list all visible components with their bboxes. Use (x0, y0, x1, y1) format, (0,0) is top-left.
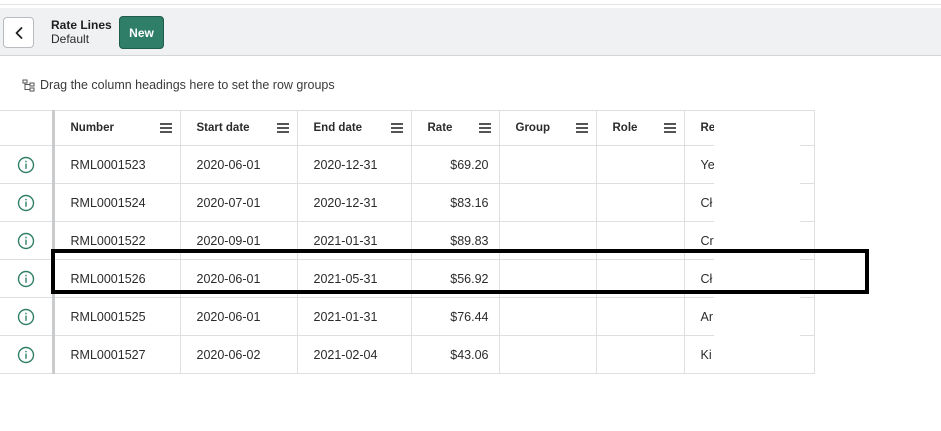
table-header-row: Number Start date End date Rate Group Ro… (0, 110, 815, 146)
cell-role (595, 297, 685, 336)
cell-group (498, 221, 597, 260)
resource-column-overlay (714, 121, 800, 373)
cell-start-date: 2020-07-01 (179, 183, 298, 222)
column-header-role[interactable]: Role (595, 110, 685, 146)
page-subtitle: Default (51, 32, 90, 46)
cell-rate: $83.16 (410, 183, 500, 222)
cell-end-date: 2021-02-04 (296, 335, 412, 374)
cell-role (595, 183, 685, 222)
cell-role (595, 221, 685, 260)
cell-end-date: 2021-01-31 (296, 297, 412, 336)
cell-group (498, 335, 597, 374)
cell-start-date: 2020-06-02 (179, 335, 298, 374)
cell-number[interactable]: RML0001527 (52, 335, 181, 374)
cell-end-date: 2021-01-31 (296, 221, 412, 260)
top-strip (0, 0, 941, 8)
title-block: Rate Lines Default (51, 18, 112, 46)
cell-rate: $76.44 (410, 297, 500, 336)
cell-group (498, 259, 597, 298)
info-cell[interactable] (0, 183, 55, 222)
info-circle-icon[interactable] (17, 156, 35, 174)
page-title: Rate Lines (51, 18, 112, 32)
table-row[interactable]: RML0001522 2020-09-01 2021-01-31 $89.83 Cr (0, 221, 815, 260)
table-row[interactable]: RML0001525 2020-06-01 2021-01-31 $76.44 Ar (0, 297, 815, 336)
hamburger-menu-icon[interactable] (159, 123, 172, 133)
cell-role (595, 259, 685, 298)
cell-start-date: 2020-06-01 (179, 297, 298, 336)
cell-group (498, 145, 597, 184)
cell-end-date: 2020-12-31 (296, 183, 412, 222)
cell-number[interactable]: RML0001524 (52, 183, 181, 222)
cell-start-date: 2020-09-01 (179, 221, 298, 260)
hamburger-menu-icon[interactable] (575, 123, 588, 133)
column-header-number[interactable]: Number (52, 110, 181, 146)
cell-number[interactable]: RML0001523 (52, 145, 181, 184)
info-cell[interactable] (0, 297, 55, 336)
table-row[interactable]: RML0001524 2020-07-01 2020-12-31 $83.16 Cł (0, 183, 815, 222)
info-circle-icon[interactable] (17, 270, 35, 288)
hamburger-menu-icon[interactable] (478, 123, 491, 133)
rate-lines-table: Number Start date End date Rate Group Ro… (0, 110, 815, 374)
row-group-drop-zone[interactable]: Drag the column headings here to set the… (22, 77, 335, 93)
info-cell[interactable] (0, 221, 55, 260)
cell-end-date: 2020-12-31 (296, 145, 412, 184)
table-row[interactable]: RML0001527 2020-06-02 2021-02-04 $43.06 Ki (0, 335, 815, 374)
cell-rate: $56.92 (410, 259, 500, 298)
new-button[interactable]: New (119, 16, 164, 49)
column-header-end-date[interactable]: End date (296, 110, 412, 146)
hamburger-menu-icon[interactable] (663, 123, 676, 133)
info-cell[interactable] (0, 259, 55, 298)
hamburger-menu-icon[interactable] (390, 123, 403, 133)
info-circle-icon[interactable] (17, 346, 35, 364)
table-row[interactable]: RML0001523 2020-06-01 2020-12-31 $69.20 Ye (0, 145, 815, 184)
chevron-left-icon (15, 26, 22, 39)
row-group-hint-text: Drag the column headings here to set the… (40, 78, 335, 92)
cell-role (595, 145, 685, 184)
cell-end-date: 2021-05-31 (296, 259, 412, 298)
column-header-group[interactable]: Group (498, 110, 597, 146)
table-body: RML0001523 2020-06-01 2020-12-31 $69.20 Ye RM… (0, 145, 815, 374)
cell-role (595, 335, 685, 374)
info-circle-icon[interactable] (17, 308, 35, 326)
cell-rate: $43.06 (410, 335, 500, 374)
info-cell[interactable] (0, 145, 55, 184)
hamburger-menu-icon[interactable] (276, 123, 289, 133)
top-divider (0, 0, 941, 5)
cell-start-date: 2020-06-01 (179, 145, 298, 184)
cell-group (498, 183, 597, 222)
cell-rate: $89.83 (410, 221, 500, 260)
table-row[interactable]: RML0001526 2020-06-01 2021-05-31 $56.92 Cł (0, 259, 815, 298)
column-header-start-date[interactable]: Start date (179, 110, 298, 146)
page-header: Rate Lines Default New (0, 8, 941, 56)
info-column-header (0, 110, 55, 146)
cell-number[interactable]: RML0001525 (52, 297, 181, 336)
cell-start-date: 2020-06-01 (179, 259, 298, 298)
column-header-rate[interactable]: Rate (410, 110, 500, 146)
cell-number[interactable]: RML0001522 (52, 221, 181, 260)
cell-group (498, 297, 597, 336)
info-cell[interactable] (0, 335, 55, 374)
cell-number[interactable]: RML0001526 (52, 259, 181, 298)
info-circle-icon[interactable] (17, 232, 35, 250)
back-button[interactable] (3, 17, 34, 48)
rate-lines-grid: Number Start date End date Rate Group Ro… (0, 110, 815, 374)
cell-rate: $69.20 (410, 145, 500, 184)
info-circle-icon[interactable] (17, 194, 35, 212)
row-group-icon (22, 79, 35, 92)
